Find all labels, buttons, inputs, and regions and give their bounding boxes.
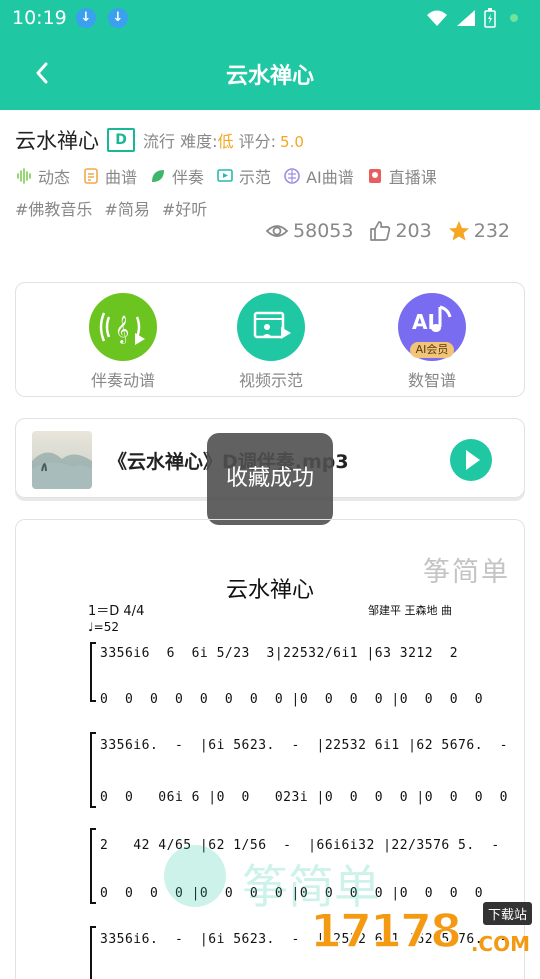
staff-bracket <box>90 926 96 979</box>
ai-music-icon: AI AI会员 <box>398 293 466 361</box>
genre-label: 流行 <box>143 132 175 151</box>
site-logo: 17178 下载站 .COM <box>310 900 540 960</box>
notation-row: 0 0 06i 6 |0 0 023i |0 0 0 0 |0 0 0 0 <box>100 790 508 805</box>
favorites-count: 232 <box>474 220 510 242</box>
tag-label: 直播课 <box>389 164 437 188</box>
feature-label: 数智谱 <box>377 367 487 391</box>
notification-dot-icon <box>510 14 518 22</box>
staff-bracket <box>90 642 96 702</box>
tag-label: 示范 <box>239 164 271 188</box>
feature-label: 伴奏动谱 <box>68 367 178 391</box>
feature-label: 视频示范 <box>216 367 326 391</box>
likes-stat[interactable]: 203 <box>369 220 431 242</box>
toast-message: 收藏成功 <box>207 433 333 525</box>
smart-score-button[interactable]: AI AI会员 数智谱 <box>377 293 487 391</box>
song-meta: 流行 难度:低 评分:5.0 <box>143 128 304 152</box>
video-demo-button[interactable]: 视频示范 <box>216 293 326 391</box>
difficulty-value: 低 <box>218 132 234 151</box>
svg-text:𝄞: 𝄞 <box>115 315 129 344</box>
staff-bracket <box>90 732 96 808</box>
song-name: 云水禅心 <box>15 125 99 155</box>
likes-count: 203 <box>395 220 431 242</box>
song-stats: 58053 203 232 <box>265 220 510 242</box>
tag-live-class[interactable]: 直播课 <box>366 164 437 188</box>
star-icon <box>448 220 470 242</box>
key-badge: D <box>107 128 135 152</box>
tag-demo[interactable]: 示范 <box>216 164 271 188</box>
site-logo-badge: 下载站 <box>483 902 532 925</box>
signal-icon <box>456 9 476 27</box>
score-sheet-icon <box>82 167 100 185</box>
notation-row: 0 0 0 0 0 0 0 0 |0 0 0 0 |0 0 0 0 <box>100 692 483 707</box>
download-icon: ↓ <box>108 8 128 28</box>
demo-screen-icon <box>216 167 234 185</box>
album-cover <box>32 431 92 489</box>
views-count: 58053 <box>293 220 353 242</box>
play-button[interactable] <box>450 439 492 481</box>
song-info: 云水禅心 D 流行 难度:低 评分:5.0 动态 曲谱 伴奏 示范 AI曲谱 <box>15 124 525 220</box>
tag-label: 动态 <box>38 164 70 188</box>
status-bar: 10:19 ↓ ↓ <box>0 0 540 36</box>
tag-dynamic[interactable]: 动态 <box>15 164 70 188</box>
status-time: 10:19 <box>12 7 67 29</box>
tag-ai-score[interactable]: AI曲谱 <box>283 164 354 188</box>
tag-label: AI曲谱 <box>306 164 354 188</box>
site-logo-numbers: 17178 <box>310 904 460 958</box>
hashtag[interactable]: #佛教音乐 <box>15 196 92 220</box>
notation-row: 3356i6 6 6i 5/23 3|22532/6i1 |63 3212 2 <box>100 646 458 661</box>
music-note-icon: 𝄞 <box>89 293 157 361</box>
hashtag[interactable]: #好听 <box>162 196 207 220</box>
sound-wave-icon <box>15 167 33 185</box>
thumbs-up-icon <box>369 220 391 242</box>
composer-credit: 邹建平 王森地 曲 <box>368 602 452 618</box>
brain-icon <box>283 167 301 185</box>
svg-text:AI: AI <box>412 310 435 334</box>
live-class-icon <box>366 167 384 185</box>
rating-value: 5.0 <box>280 133 304 151</box>
difficulty-label: 难度: <box>180 132 217 151</box>
eye-icon <box>265 222 289 240</box>
tag-label: 伴奏 <box>172 164 204 188</box>
ai-member-badge: AI会员 <box>410 342 454 358</box>
views-stat: 58053 <box>265 220 353 242</box>
wifi-icon <box>426 9 448 27</box>
page-title: 云水禅心 <box>0 58 540 90</box>
tag-accompaniment[interactable]: 伴奏 <box>149 164 204 188</box>
logo-icon <box>164 845 226 907</box>
tag-label: 曲谱 <box>105 164 137 188</box>
resource-tags: 动态 曲谱 伴奏 示范 AI曲谱 直播课 <box>15 164 525 188</box>
leaf-icon <box>149 167 167 185</box>
battery-icon <box>484 8 496 28</box>
feature-panel: 𝄞 伴奏动谱 视频示范 AI AI会员 数智谱 <box>15 282 525 397</box>
staff-bracket <box>90 828 96 904</box>
hashtag[interactable]: #简易 <box>104 196 149 220</box>
rating-label: 评分: <box>239 132 276 151</box>
favorites-stat[interactable]: 232 <box>448 220 510 242</box>
key-signature: 1＝D 4/4 <box>88 600 144 619</box>
accompaniment-animation-button[interactable]: 𝄞 伴奏动谱 <box>68 293 178 391</box>
video-demo-icon <box>237 293 305 361</box>
hashtags: #佛教音乐 #简易 #好听 <box>15 196 525 220</box>
download-icon: ↓ <box>76 8 96 28</box>
app-bar: 云水禅心 <box>0 36 540 110</box>
notation-row: 3356i6. - |6i 5623. - |22532 6i1 |62 567… <box>100 738 508 753</box>
site-logo-suffix: .COM <box>471 932 530 956</box>
tag-score[interactable]: 曲谱 <box>82 164 137 188</box>
tempo-marking: ♩=52 <box>88 620 119 634</box>
